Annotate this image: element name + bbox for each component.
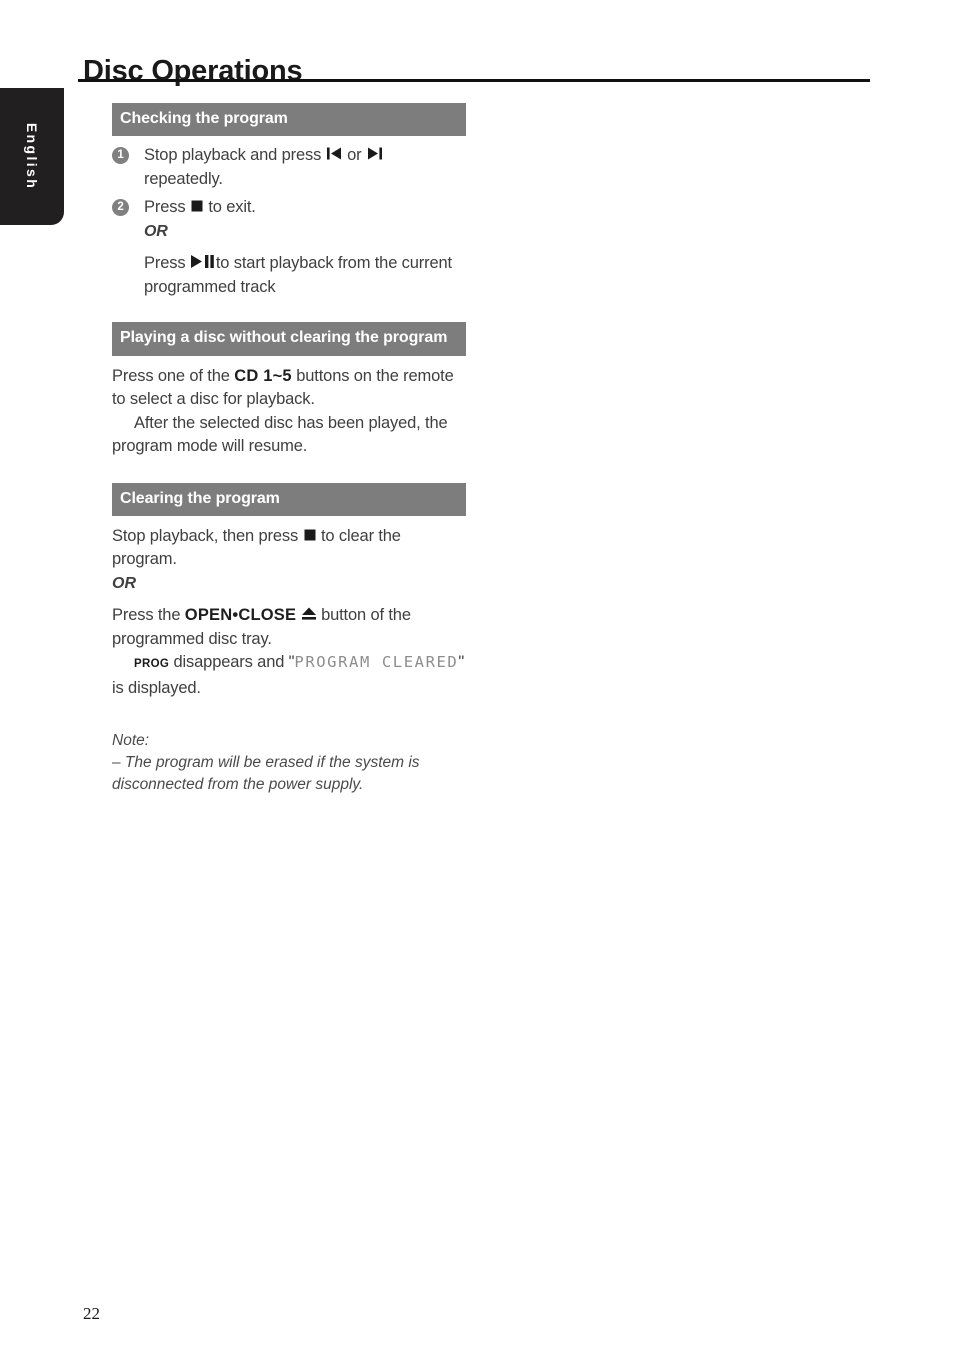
- step-bullet-2: 2: [112, 199, 129, 217]
- step-text-before: Stop playback and press: [144, 146, 322, 165]
- section-2-paragraph-1: Press one of the CD 1~5 buttons on the r…: [112, 365, 466, 412]
- step-item: 2 Press to exit. OR Press to start playb…: [112, 196, 466, 299]
- step-text-before: Press: [144, 198, 186, 217]
- play-pause-icon: [190, 254, 216, 269]
- step-list-checking-the-program: 1 Stop playback and press or repeatedly.…: [112, 144, 466, 299]
- page-title: Disc Operations: [83, 55, 303, 88]
- note-block: Note: – The program will be erased if th…: [112, 730, 466, 796]
- step-item: 1 Stop playback and press or repeatedly.: [112, 144, 466, 191]
- previous-track-icon: [326, 146, 343, 161]
- or-label: OR: [112, 574, 136, 592]
- language-tab-label: English: [24, 122, 40, 191]
- note-item: – The program will be erased if the syst…: [112, 754, 420, 794]
- page-number: 22: [83, 1304, 100, 1323]
- step-bullet-1: 1: [112, 147, 129, 165]
- step-text-after: to exit.: [208, 198, 256, 217]
- step-alt-text: Press to start playback from the current…: [144, 252, 466, 299]
- open-close-label: OPEN•CLOSE: [184, 606, 297, 625]
- section-heading-playing-a-disc-without-clearing-the-program: Playing a disc without clearing the prog…: [112, 322, 466, 356]
- stop-icon: [190, 199, 204, 213]
- lcd-display-text: PROGRAM CLEARED: [294, 653, 459, 672]
- paragraph-text: disappears and ": [173, 653, 295, 672]
- step-text-after: repeatedly.: [144, 169, 223, 188]
- cd-buttons-label: CD 1~5: [234, 366, 292, 385]
- stop-icon: [303, 528, 317, 542]
- title-divider: [78, 79, 870, 82]
- section-3-paragraph-1: Stop playback, then press to clear the p…: [112, 525, 466, 572]
- section-heading-checking-the-program: Checking the program: [112, 103, 466, 137]
- section-2-paragraph-2: After the selected disc has been played,…: [112, 413, 448, 456]
- paragraph-text: Press the: [112, 606, 181, 625]
- prog-indicator-badge: PROG: [134, 658, 170, 671]
- paragraph-text: Stop playback, then press: [112, 526, 299, 545]
- or-label: OR: [144, 222, 168, 240]
- paragraph-text: Press one of the: [112, 366, 230, 385]
- next-track-icon: [366, 146, 383, 161]
- eject-icon: [301, 606, 317, 621]
- note-title: Note:: [112, 732, 150, 750]
- step-text-middle: or: [347, 146, 362, 165]
- section-3-paragraph-2: Press the OPEN•CLOSE button of the progr…: [112, 604, 466, 651]
- language-tab: English: [0, 88, 64, 225]
- section-heading-clearing-the-program: Clearing the program: [112, 482, 466, 516]
- content-column: Checking the program 1 Stop playback and…: [112, 103, 466, 796]
- alt-text-before: Press: [144, 254, 186, 273]
- section-3-paragraph-3: PROG disappears and "PROGRAM CLEARED" is…: [112, 651, 466, 700]
